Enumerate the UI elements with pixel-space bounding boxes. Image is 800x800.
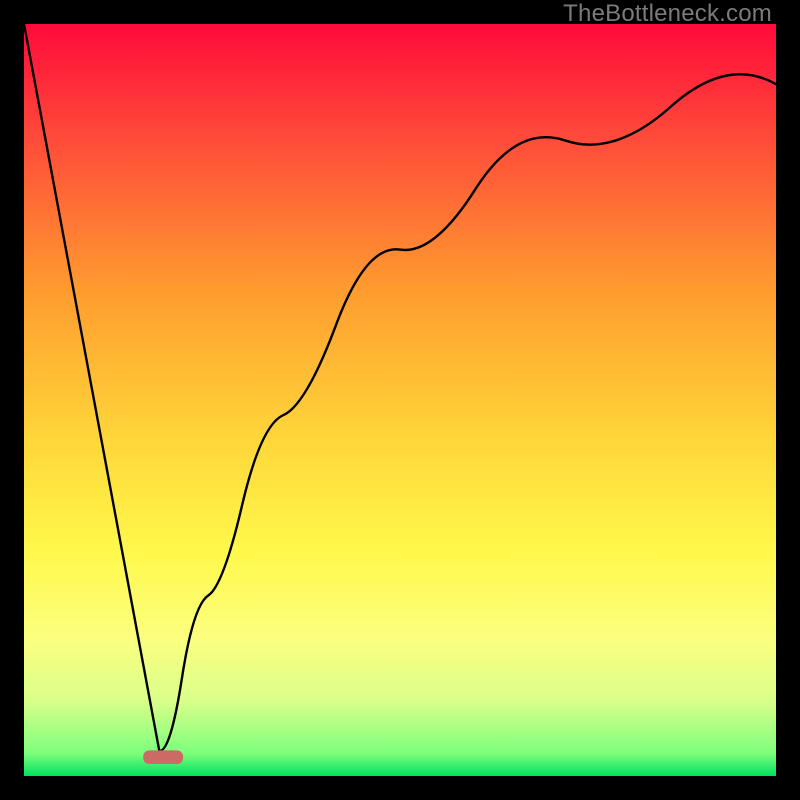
- optimal-marker: [143, 750, 183, 764]
- watermark-text: TheBottleneck.com: [563, 0, 772, 28]
- chart-background-gradient: [24, 24, 776, 776]
- chart-canvas: [24, 24, 776, 776]
- chart-frame: [24, 24, 776, 776]
